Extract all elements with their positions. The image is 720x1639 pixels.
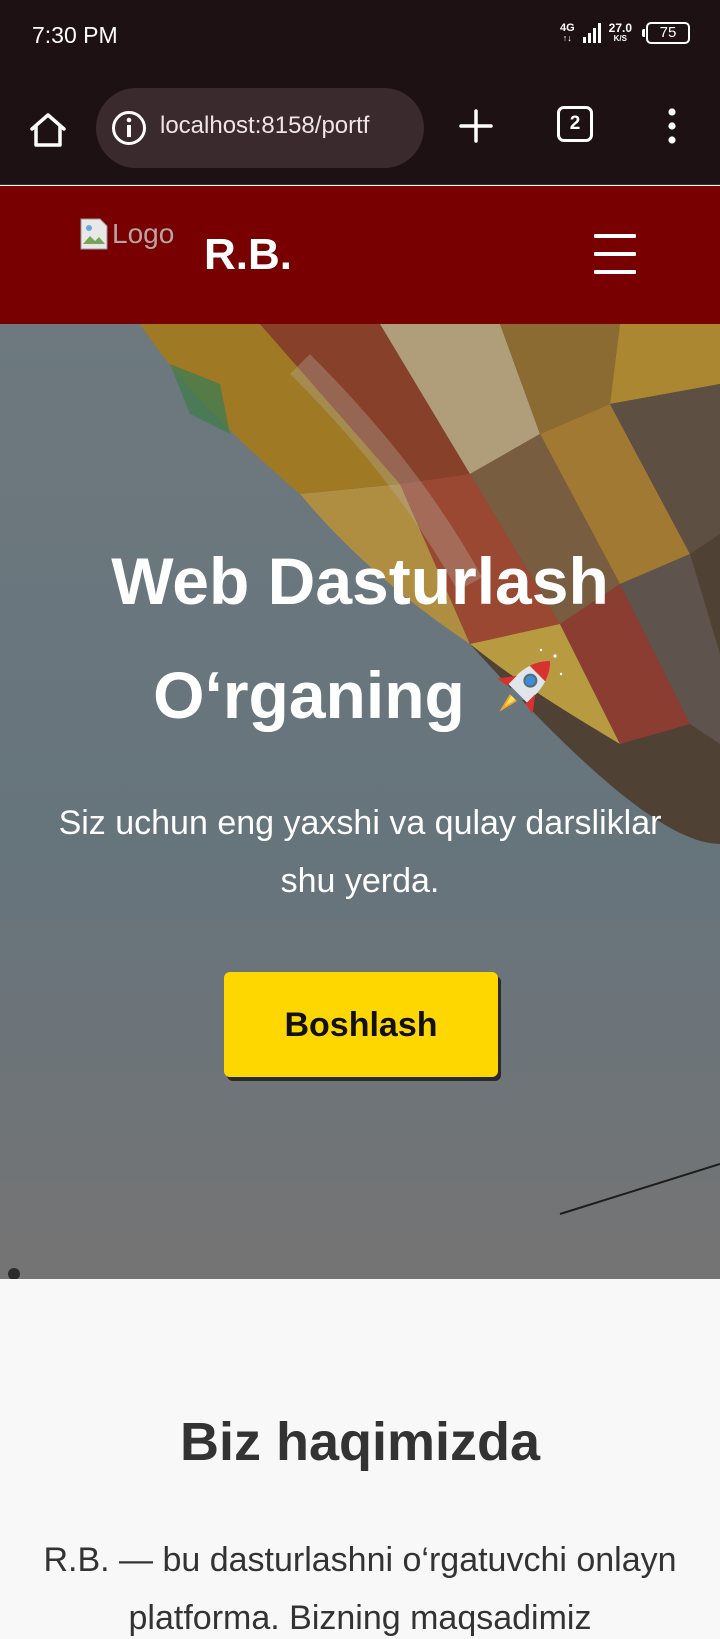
- battery-level: 75: [659, 24, 677, 41]
- net-speed-value: 27.0: [608, 21, 632, 35]
- tab-count: 2: [569, 113, 581, 134]
- net-speed-unit: K/S: [613, 34, 627, 43]
- logo-image[interactable]: Logo: [80, 214, 174, 254]
- battery-icon: 75: [642, 22, 690, 44]
- brand-name[interactable]: R.B.: [204, 230, 292, 280]
- hero-subtitle: Siz uchun eng yaxshi va qulay darsliklar…: [58, 804, 662, 900]
- status-time: 7:30 PM: [32, 22, 118, 48]
- info-icon[interactable]: [110, 109, 148, 147]
- net-speed: 27.0 K/S: [608, 21, 632, 43]
- address-bar[interactable]: localhost:8158/portf: [96, 88, 424, 168]
- tabs-button[interactable]: 2: [557, 106, 593, 142]
- url-text[interactable]: localhost:8158/portf: [160, 112, 369, 140]
- hero-title-line2: O‘rganing: [153, 658, 465, 732]
- broken-image-icon: [80, 218, 108, 250]
- start-button[interactable]: Boshlash: [224, 972, 498, 1077]
- hamburger-icon[interactable]: [594, 234, 638, 274]
- about-title: Biz haqimizda: [179, 1412, 541, 1472]
- rocket-emoji: [496, 648, 563, 714]
- browser-toolbar: localhost:8158/portf 2: [0, 72, 720, 185]
- network-indicator: 4G ↑↓: [559, 22, 575, 44]
- about-text: R.B. — bu dasturlashni o‘rgatuvchi onlay…: [43, 1541, 677, 1637]
- plus-icon[interactable]: [456, 106, 496, 146]
- logo-alt-text: Logo: [112, 218, 175, 249]
- about-section: Biz haqimizda R.B. — bu dasturlashni o‘r…: [0, 1279, 720, 1639]
- site-navbar: Logo R.B.: [0, 186, 720, 324]
- hero-title: Web Dasturlash O‘rganing: [0, 524, 720, 752]
- home-icon[interactable]: [26, 108, 70, 152]
- status-bar: 7:30 PM 4G ↑↓ 27.0 K/S 75: [0, 0, 720, 72]
- more-vert-icon[interactable]: [662, 106, 682, 146]
- hero-section: Web Dasturlash O‘rganing Siz uchun eng y…: [0, 324, 720, 1279]
- hero-title-line1: Web Dasturlash: [111, 544, 609, 618]
- signal-icon: [582, 23, 601, 43]
- status-indicators: 4G ↑↓ 27.0 K/S 75: [560, 22, 690, 44]
